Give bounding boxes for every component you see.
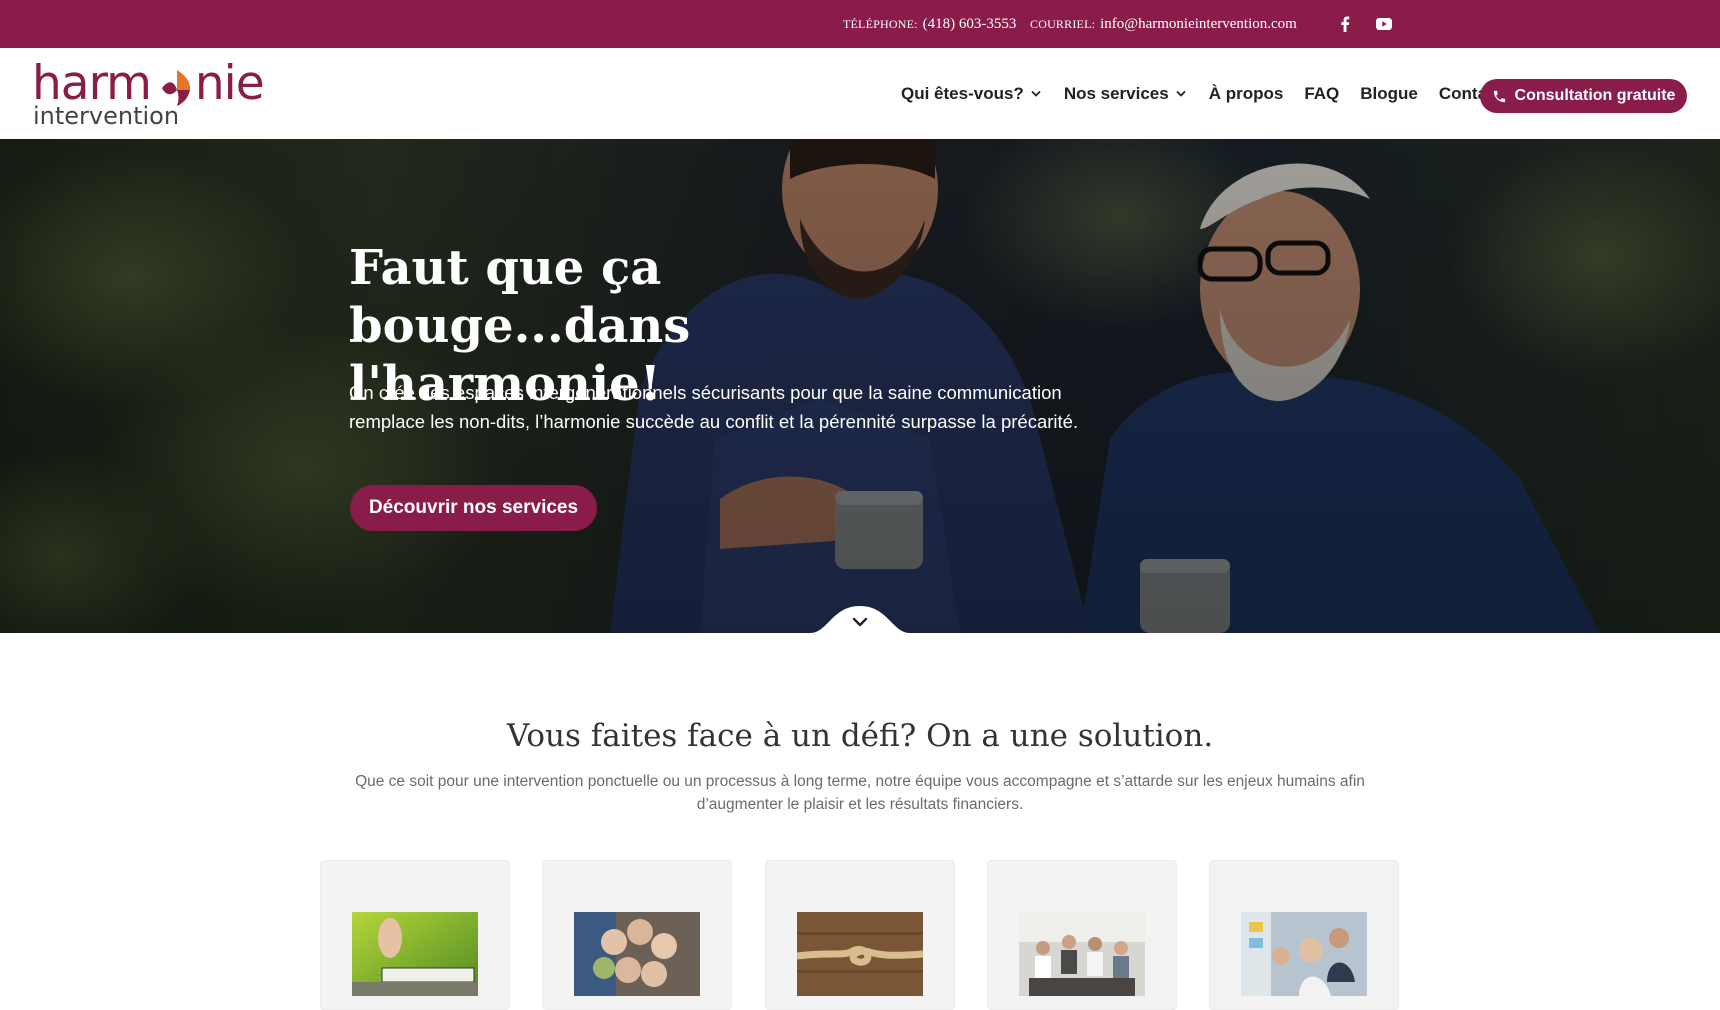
site-logo[interactable]: harm nie intervention (32, 58, 272, 131)
discover-services-button[interactable]: Découvrir nos services (350, 485, 597, 531)
solutions-subtitle: Que ce soit pour une intervention ponctu… (355, 773, 1365, 813)
team-meeting-photo (1019, 912, 1145, 996)
service-card[interactable] (987, 860, 1177, 1010)
phone-icon (1492, 89, 1507, 104)
service-card[interactable] (542, 860, 732, 1010)
nav-item-faq[interactable]: FAQ (1304, 84, 1339, 104)
nav-item-nos-services[interactable]: Nos services (1064, 84, 1186, 104)
scroll-down-button[interactable] (810, 606, 910, 633)
group-circle-photo (574, 912, 700, 996)
chevron-down-icon (1031, 90, 1041, 97)
senior-blocks-photo (352, 912, 478, 996)
solutions-title: Vous faites face à un défi? On a une sol… (506, 718, 1214, 754)
site-header: harm nie intervention Qui êtes-vous? Nos … (0, 48, 1720, 139)
youtube-icon[interactable] (1372, 12, 1396, 36)
nav-item-label: Nos services (1063, 83, 1169, 103)
hero-section: Faut que ça bouge...dans l'harmonie! On … (0, 139, 1720, 633)
email-label: COURRIEL: (1030, 16, 1096, 31)
email-contact[interactable]: COURRIEL: info@harmonieintervention.com (1030, 0, 1297, 48)
facebook-icon[interactable] (1333, 12, 1357, 36)
nav-item-label: FAQ (1304, 83, 1340, 103)
nav-item-blogue[interactable]: Blogue (1360, 84, 1418, 104)
chevron-down-icon (1176, 90, 1186, 97)
rope-knot-photo (797, 912, 923, 996)
nav-item-a-propos[interactable]: À propos (1209, 84, 1284, 104)
email-address[interactable]: info@harmonieintervention.com (1100, 16, 1297, 33)
consultation-label: Consultation gratuite (1514, 87, 1676, 104)
nav-item-label: Qui êtes-vous? (901, 83, 1024, 103)
logo-subline: intervention (33, 102, 180, 130)
service-card[interactable] (1209, 860, 1399, 1010)
service-card[interactable] (320, 860, 510, 1010)
office-team-photo (1241, 912, 1367, 996)
service-card[interactable] (765, 860, 955, 1010)
nav-item-label: Blogue (1360, 83, 1418, 103)
hero-subtitle: On crée des espaces intergénérationnels … (349, 382, 1079, 432)
consultation-button[interactable]: Consultation gratuite (1480, 79, 1687, 113)
top-bar: TÉLÉPHONE: (418) 603-3553 COURRIEL: info… (0, 0, 1720, 48)
discover-services-label: Découvrir nos services (368, 497, 579, 518)
main-nav: Qui êtes-vous? Nos services À propos FAQ… (901, 48, 1502, 139)
nav-item-qui-etes-vous[interactable]: Qui êtes-vous? (901, 84, 1041, 104)
phone-contact[interactable]: TÉLÉPHONE: (418) 603-3553 (843, 0, 1016, 48)
phone-number[interactable]: (418) 603-3553 (923, 16, 1017, 33)
nav-item-label: À propos (1208, 83, 1284, 103)
phone-label: TÉLÉPHONE: (843, 16, 918, 31)
